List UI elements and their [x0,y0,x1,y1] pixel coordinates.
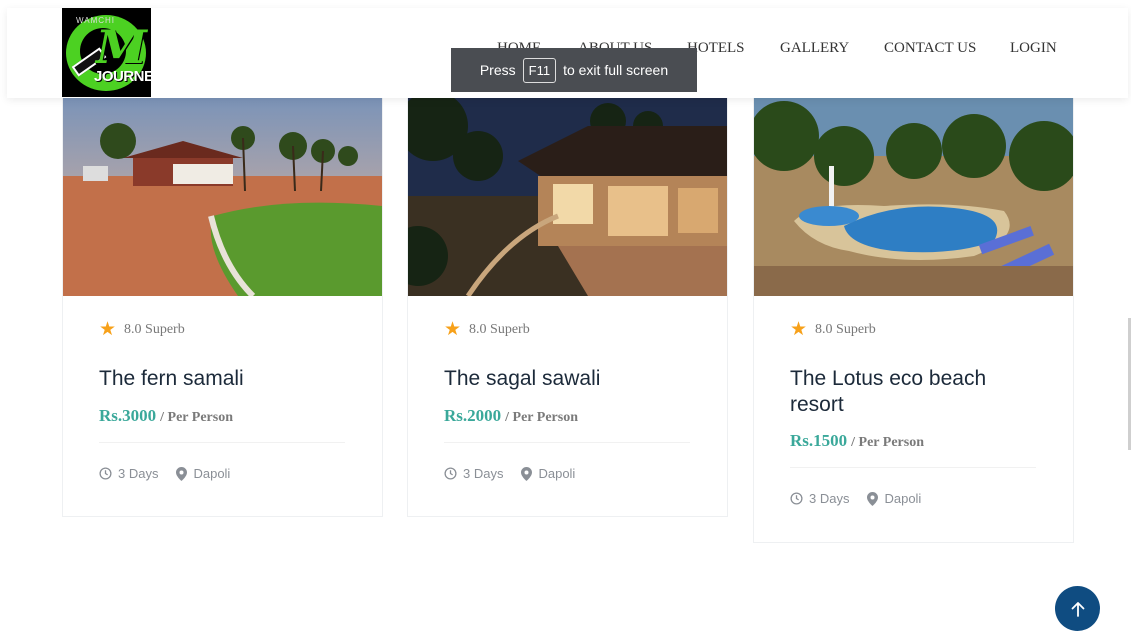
hotel-card[interactable]: ★ 8.0 Superb The sagal sawali Rs.2000 / … [407,95,728,517]
location: Dapoli [176,466,230,481]
price-unit: / Per Person [160,410,233,425]
hotel-card[interactable]: ★ 8.0 Superb The Lotus eco beach resort … [753,95,1074,543]
hotel-card[interactable]: ★ 8.0 Superb The fern samali Rs.3000 / P… [62,95,383,517]
rating-text: 8.0 Superb [124,321,185,337]
price: Rs.1500 / Per Person [790,431,924,451]
price-amount: Rs.3000 [99,406,157,425]
duration-text: 3 Days [809,491,850,506]
hotel-title[interactable]: The Lotus eco beach resort [790,366,1040,418]
price-amount: Rs.2000 [444,406,502,425]
map-pin-icon [867,491,879,506]
duration: 3 Days [790,491,849,506]
hotel-title[interactable]: The fern samali [99,366,349,392]
clock-icon [444,467,457,480]
location-text: Dapoli [538,466,576,481]
rating: ★ 8.0 Superb [444,320,530,339]
divider [790,467,1036,468]
location: Dapoli [521,466,575,481]
rating: ★ 8.0 Superb [790,320,876,339]
rating: ★ 8.0 Superb [99,320,185,339]
toast-key: F11 [522,57,557,83]
price-unit: / Per Person [505,410,578,425]
duration-text: 3 Days [118,466,159,481]
hotel-title[interactable]: The sagal sawali [444,366,694,392]
logo-wordmark: JOURNEY [94,68,151,85]
hotel-photo[interactable] [63,96,382,296]
star-icon: ★ [790,319,808,340]
map-pin-icon [521,466,533,481]
nav-login[interactable]: LOGIN [1010,40,1057,57]
price: Rs.2000 / Per Person [444,406,578,426]
arrow-up-icon [1071,601,1084,617]
price-amount: Rs.1500 [790,431,848,450]
toast-message: to exit full screen [563,62,669,78]
map-pin-icon [176,466,188,481]
clock-icon [99,467,112,480]
price: Rs.3000 / Per Person [99,406,233,426]
hotel-meta: 3 Days Dapoli [790,491,921,506]
hotel-photo[interactable] [754,96,1073,296]
nav-gallery[interactable]: GALLERY [780,40,849,57]
divider [99,442,345,443]
star-icon: ★ [99,319,117,340]
duration: 3 Days [99,466,158,481]
hotel-meta: 3 Days Dapoli [99,466,230,481]
fullscreen-toast: Press F11 to exit full screen [451,48,697,92]
price-unit: / Per Person [851,435,924,450]
location-text: Dapoli [193,466,231,481]
scroll-top-button[interactable] [1055,586,1100,631]
nav-contact-us[interactable]: CONTACT US [884,40,976,57]
divider [444,442,690,443]
star-icon: ★ [444,319,462,340]
toast-press: Press [479,62,516,78]
location: Dapoli [867,491,921,506]
hotel-photo[interactable] [408,96,727,296]
rating-text: 8.0 Superb [469,321,530,337]
rating-text: 8.0 Superb [815,321,876,337]
clock-icon [790,492,803,505]
hotel-meta: 3 Days Dapoli [444,466,575,481]
duration-text: 3 Days [463,466,504,481]
duration: 3 Days [444,466,503,481]
location-text: Dapoli [884,491,922,506]
